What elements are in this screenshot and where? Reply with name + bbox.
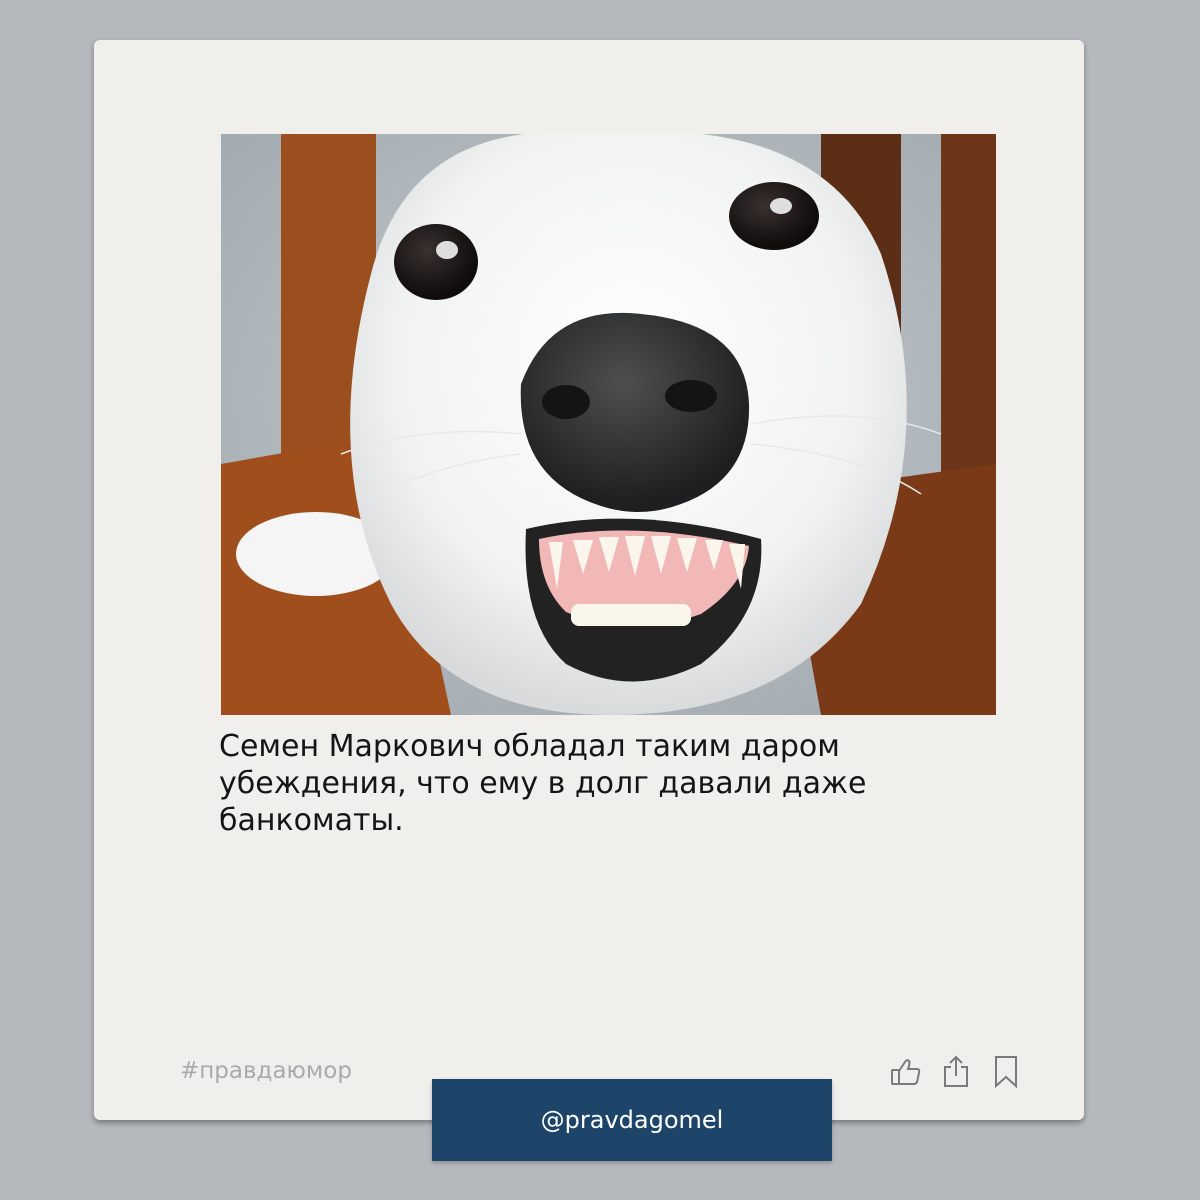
- share-icon: [944, 1055, 968, 1087]
- thumbs-up-icon: [891, 1059, 921, 1085]
- bookmark-button[interactable]: [986, 1052, 1026, 1092]
- hashtag-label[interactable]: #правдаюмор: [180, 1058, 352, 1084]
- post-actions: [886, 1052, 1026, 1092]
- bookmark-icon: [995, 1056, 1017, 1089]
- dog-photo: [221, 134, 996, 715]
- share-button[interactable]: [936, 1052, 976, 1092]
- post-caption: Семен Маркович обладал таким даром убежд…: [219, 729, 867, 838]
- account-handle-button[interactable]: @pravdagomel: [432, 1079, 832, 1161]
- like-button[interactable]: [886, 1052, 926, 1092]
